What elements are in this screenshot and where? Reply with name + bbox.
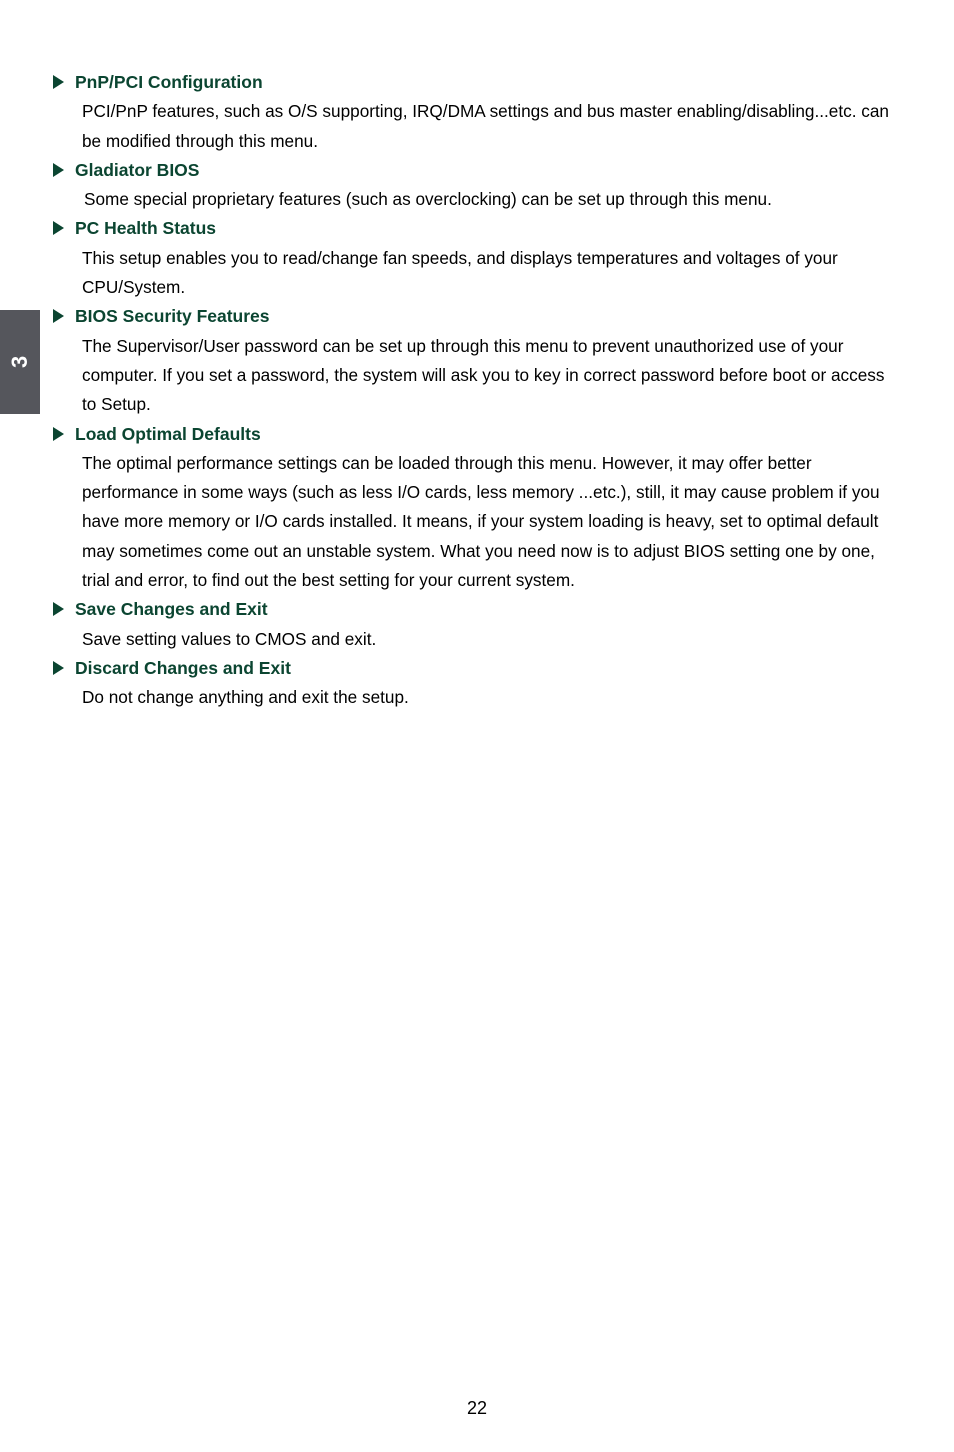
section-pc-health-status: PC Health Status This setup enables you … xyxy=(53,214,898,302)
section-heading-text: Save Changes and Exit xyxy=(75,599,268,620)
section-body-text: The optimal performance settings can be … xyxy=(82,452,880,591)
page-number: 22 xyxy=(466,1398,488,1418)
section-body-text: This setup enables you to read/change fa… xyxy=(82,247,838,298)
triangle-bullet-icon xyxy=(53,660,64,675)
chapter-tab-number: 3 xyxy=(7,355,32,369)
section-heading: BIOS Security Features xyxy=(53,302,898,331)
section-body-text: Do not change anything and exit the setu… xyxy=(82,687,409,708)
section-heading: Save Changes and Exit xyxy=(53,595,898,624)
section-heading: Load Optimal Defaults xyxy=(53,420,898,449)
triangle-bullet-icon xyxy=(53,602,64,617)
section-bios-security-features: BIOS Security Features The Supervisor/Us… xyxy=(53,302,898,419)
section-heading-text: PnP/PCI Configuration xyxy=(75,72,263,92)
section-heading: PnP/PCI Configuration xyxy=(53,68,898,97)
triangle-bullet-icon xyxy=(53,162,64,177)
section-heading-text: BIOS Security Features xyxy=(75,306,270,327)
chapter-tab: 3 xyxy=(0,310,40,414)
section-heading-text: Gladiator BIOS xyxy=(75,159,200,180)
section-discard-changes-and-exit: Discard Changes and Exit Do not change a… xyxy=(53,654,898,713)
section-heading-text: Discard Changes and Exit xyxy=(75,657,291,678)
section-pnp-pci-configuration: PnP/PCI Configuration PCI/PnP features, … xyxy=(53,68,898,156)
triangle-bullet-icon xyxy=(53,75,64,89)
triangle-bullet-icon xyxy=(53,221,64,236)
document-page: 3 PnP/PCI Configuration PCI/PnP features… xyxy=(0,0,954,1452)
section-heading-text: PC Health Status xyxy=(75,218,216,239)
section-body-text: PCI/PnP features, such as O/S supporting… xyxy=(82,101,889,151)
section-heading: Gladiator BIOS xyxy=(53,156,898,185)
triangle-bullet-icon xyxy=(53,309,64,324)
section-body-text: Save setting values to CMOS and exit. xyxy=(82,628,377,649)
content-column: PnP/PCI Configuration PCI/PnP features, … xyxy=(53,68,898,713)
section-heading: PC Health Status xyxy=(53,214,898,243)
section-heading-text: Load Optimal Defaults xyxy=(75,423,261,444)
section-save-changes-and-exit: Save Changes and Exit Save setting value… xyxy=(53,595,898,654)
section-body-text: The Supervisor/User password can be set … xyxy=(82,335,885,415)
section-load-optimal-defaults: Load Optimal Defaults The optimal perfor… xyxy=(53,420,898,596)
section-heading: Discard Changes and Exit xyxy=(53,654,898,683)
section-body-text: Some special proprietary features (such … xyxy=(84,189,772,210)
section-gladiator-bios: Gladiator BIOS Some special proprietary … xyxy=(53,156,898,215)
triangle-bullet-icon xyxy=(53,426,64,441)
